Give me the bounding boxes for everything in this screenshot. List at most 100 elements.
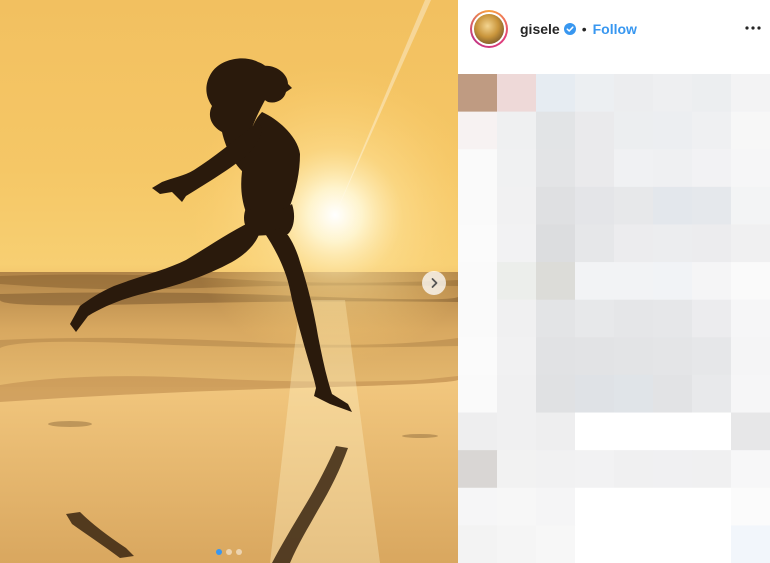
next-slide-button[interactable] xyxy=(422,271,446,295)
mosaic-tile xyxy=(614,186,654,225)
mosaic-tile xyxy=(458,487,498,526)
mosaic-tile xyxy=(653,374,693,414)
mosaic-tile xyxy=(458,111,498,150)
mosaic-tile xyxy=(458,224,498,263)
mosaic-tile xyxy=(614,337,654,376)
mosaic-tile xyxy=(536,337,576,376)
mosaic-tile xyxy=(497,111,537,150)
mosaic-tile xyxy=(692,374,732,414)
mosaic-tile xyxy=(731,186,770,225)
mosaic-tile xyxy=(536,487,576,526)
mosaic-tile xyxy=(731,525,770,563)
mosaic-tile xyxy=(692,74,732,113)
mosaic-tile xyxy=(614,262,654,301)
mosaic-tile xyxy=(575,111,615,150)
mosaic-tile xyxy=(614,412,654,451)
more-options-button[interactable] xyxy=(742,18,764,38)
carousel-indicator xyxy=(0,549,458,555)
mosaic-tile xyxy=(614,224,654,263)
mosaic-tile xyxy=(614,525,654,563)
mosaic-tile xyxy=(497,224,537,263)
mosaic-tile xyxy=(731,487,770,526)
avatar-border xyxy=(472,12,506,46)
mosaic-tile xyxy=(497,149,537,188)
mosaic-tile xyxy=(497,74,537,113)
mosaic-tile xyxy=(458,149,498,188)
username-link[interactable]: gisele xyxy=(520,21,560,37)
mosaic-tile xyxy=(692,111,732,150)
mosaic-tile xyxy=(731,111,770,150)
mosaic-tile xyxy=(653,262,693,301)
mosaic-tile xyxy=(497,374,537,414)
carousel-dot-1 xyxy=(216,549,222,555)
mosaic-tile xyxy=(614,149,654,188)
post-sidebar: gisele • Follow xyxy=(458,0,770,563)
pixelated-comments-area xyxy=(458,74,770,563)
mosaic-tile xyxy=(536,74,576,113)
post-photo[interactable] xyxy=(0,0,458,563)
avatar-image xyxy=(474,14,504,44)
post-header: gisele • Follow xyxy=(458,0,770,58)
mosaic-tile xyxy=(458,337,498,376)
mosaic-tile xyxy=(497,412,537,451)
mosaic-tile xyxy=(653,450,693,489)
mosaic-tile xyxy=(458,412,498,451)
verified-badge-icon xyxy=(563,23,576,35)
mosaic-tile xyxy=(458,186,498,225)
instagram-post: gisele • Follow xyxy=(0,0,770,563)
mosaic-tile xyxy=(575,299,615,338)
mosaic-tile xyxy=(653,299,693,338)
mosaic-tile xyxy=(575,374,615,414)
mosaic-tile xyxy=(458,450,498,489)
mosaic-tile xyxy=(731,74,770,113)
mosaic-tile xyxy=(575,450,615,489)
mosaic-tile xyxy=(497,262,537,301)
mosaic-tile xyxy=(653,412,693,451)
mosaic-tile xyxy=(497,337,537,376)
mosaic-tile xyxy=(575,487,615,526)
mosaic-tile xyxy=(458,262,498,301)
mosaic-tile xyxy=(575,186,615,225)
mosaic-tile xyxy=(731,337,770,376)
mosaic-tile xyxy=(575,74,615,113)
mosaic-tile xyxy=(575,149,615,188)
mosaic-tile xyxy=(731,450,770,489)
mosaic-tile xyxy=(497,487,537,526)
mosaic-tile xyxy=(536,450,576,489)
mosaic-tile xyxy=(575,337,615,376)
mosaic-tile xyxy=(536,224,576,263)
mosaic-tile xyxy=(614,487,654,526)
mosaic-tile xyxy=(692,186,732,225)
mosaic-tile xyxy=(653,487,693,526)
mosaic-tile xyxy=(692,412,732,451)
mosaic-tile xyxy=(653,111,693,150)
mosaic-tile xyxy=(731,299,770,338)
avatar[interactable] xyxy=(470,10,508,48)
mosaic-tile xyxy=(497,525,537,563)
mosaic-tile xyxy=(536,299,576,338)
mosaic-tile xyxy=(575,412,615,451)
mosaic-tile xyxy=(536,412,576,451)
mosaic-tile xyxy=(692,487,732,526)
mosaic-tile xyxy=(731,262,770,301)
mosaic-tile xyxy=(692,224,732,263)
beach-scene xyxy=(0,0,458,563)
mosaic-tile xyxy=(497,186,537,225)
mosaic-tile xyxy=(614,450,654,489)
mosaic-tile xyxy=(575,224,615,263)
more-options-icon xyxy=(745,26,761,30)
mosaic-tile xyxy=(731,149,770,188)
mosaic-tile xyxy=(692,262,732,301)
mosaic-tile xyxy=(614,374,654,414)
separator-dot: • xyxy=(581,21,587,37)
mosaic-tile xyxy=(692,337,732,376)
mosaic-tile xyxy=(692,149,732,188)
mosaic-tile xyxy=(614,299,654,338)
follow-button[interactable]: Follow xyxy=(593,21,637,37)
mosaic-tile xyxy=(731,412,770,451)
mosaic-tile xyxy=(614,111,654,150)
mosaic-tile xyxy=(692,450,732,489)
mosaic-tile xyxy=(458,525,498,563)
mosaic-tile xyxy=(536,149,576,188)
mosaic-tile xyxy=(575,262,615,301)
